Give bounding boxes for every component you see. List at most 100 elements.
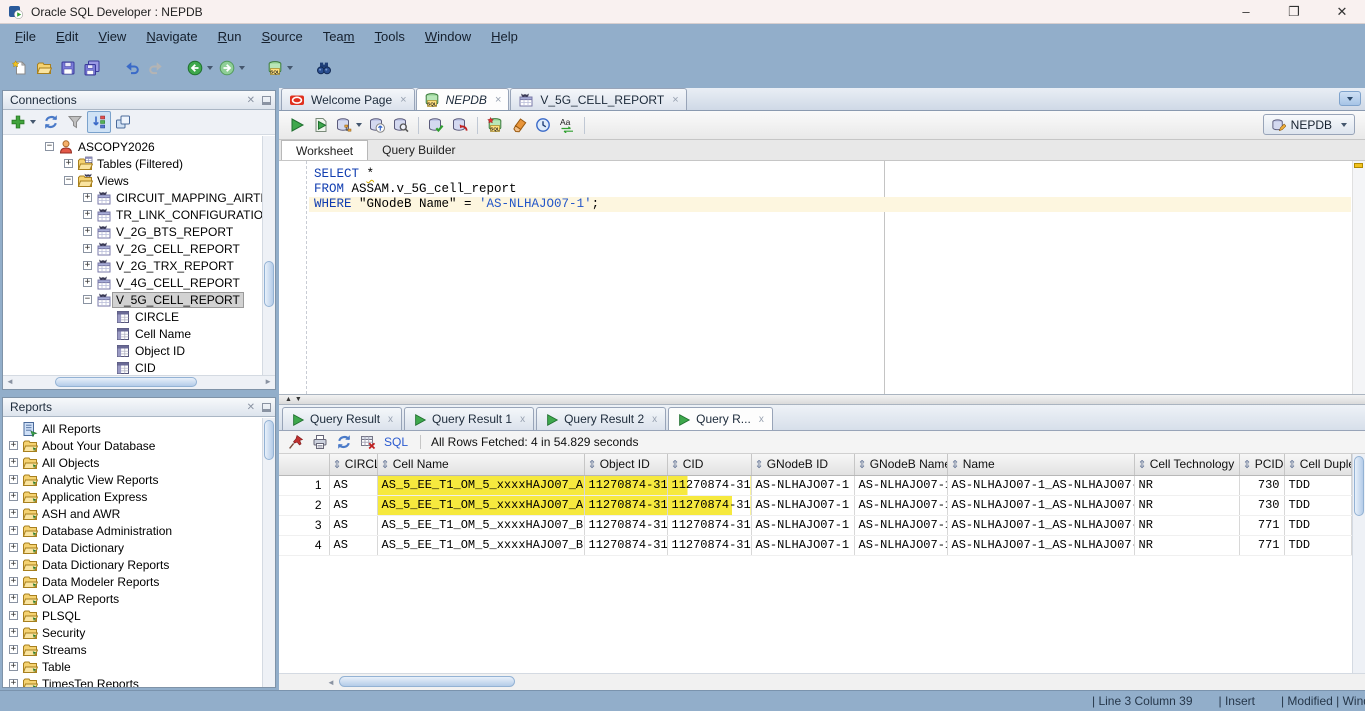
- reports-item-olap-reports[interactable]: +OLAP Reports: [3, 590, 275, 607]
- column-header-gnodeb-name[interactable]: ⇕GNodeB Name: [854, 454, 947, 475]
- connections-item-v-5g-cell-report[interactable]: −V_5G_CELL_REPORT: [3, 291, 275, 308]
- connections-hscrollbar-thumb[interactable]: [55, 377, 197, 387]
- sort-icon[interactable]: ⇕: [333, 458, 342, 471]
- sql-worksheet-button[interactable]: SQL: [264, 55, 296, 81]
- reports-item-all-reports[interactable]: All Reports: [3, 420, 275, 437]
- sort-icon[interactable]: ⇕: [671, 458, 680, 471]
- grid-cell[interactable]: 730: [1239, 475, 1284, 495]
- sort-icon[interactable]: ⇕: [951, 458, 960, 471]
- column-header-cid[interactable]: ⇕CID: [667, 454, 751, 475]
- reports-item-data-dictionary[interactable]: +Data Dictionary: [3, 539, 275, 556]
- reports-item-database-administration[interactable]: +Database Administration: [3, 522, 275, 539]
- grid-vscrollbar[interactable]: [1352, 454, 1365, 673]
- scroll-right-icon[interactable]: ►: [264, 377, 272, 386]
- reports-close-icon[interactable]: ✕: [247, 402, 255, 413]
- column-header-name[interactable]: ⇕Name: [947, 454, 1134, 475]
- expand-toggle-icon[interactable]: +: [9, 526, 18, 535]
- grid-cell[interactable]: AS-NLHAJO07-1: [854, 535, 947, 555]
- dropdown-arrow-icon[interactable]: [287, 66, 293, 70]
- grid-cell[interactable]: AS-NLHAJO07-1: [854, 515, 947, 535]
- redo-button[interactable]: [144, 55, 168, 81]
- subtab-worksheet[interactable]: Worksheet: [281, 140, 368, 160]
- grid-cell[interactable]: NR: [1134, 475, 1239, 495]
- expand-toggle-icon[interactable]: +: [83, 261, 92, 270]
- reports-minimize-icon[interactable]: [262, 403, 271, 412]
- close-tab-icon[interactable]: ×: [672, 94, 678, 106]
- column-header-cell-duplex[interactable]: ⇕Cell Duplex: [1284, 454, 1351, 475]
- grid-cell[interactable]: 730: [1239, 495, 1284, 515]
- reports-item-data-dictionary-reports[interactable]: +Data Dictionary Reports: [3, 556, 275, 573]
- menu-file[interactable]: File: [6, 27, 45, 46]
- connection-selector[interactable]: NEPDB: [1263, 114, 1355, 135]
- editor-overview-ruler[interactable]: [1352, 161, 1365, 394]
- grid-cell[interactable]: AS-NLHAJO07-1: [854, 475, 947, 495]
- expand-toggle-icon[interactable]: +: [9, 662, 18, 671]
- explain-plan-button[interactable]: [365, 113, 389, 137]
- sort-icon[interactable]: ⇕: [1243, 458, 1252, 471]
- history-button[interactable]: [531, 113, 555, 137]
- grid-cell[interactable]: NR: [1134, 515, 1239, 535]
- connections-item-v-4g-cell-report[interactable]: +V_4G_CELL_REPORT: [3, 274, 275, 291]
- connections-hscrollbar[interactable]: ◄ ►: [3, 375, 275, 389]
- grid-cell[interactable]: 771: [1239, 515, 1284, 535]
- column-header-object-id[interactable]: ⇕Object ID: [584, 454, 667, 475]
- connections-item-circuit-mapping-airtel[interactable]: +CIRCUIT_MAPPING_AIRTEL_: [3, 189, 275, 206]
- expand-toggle-icon[interactable]: +: [9, 441, 18, 450]
- results-tab-query-result[interactable]: Query Resultx: [282, 407, 402, 430]
- column-header-circle[interactable]: ⇕CIRCLE: [329, 454, 377, 475]
- expand-toggle-icon[interactable]: +: [9, 577, 18, 586]
- connections-item-v-2g-cell-report[interactable]: +V_2G_CELL_REPORT: [3, 240, 275, 257]
- grid-cell[interactable]: AS_5_EE_T1_OM_5_xxxxHAJO07_B: [377, 515, 584, 535]
- menu-tools[interactable]: Tools: [366, 27, 414, 46]
- expand-toggle-icon[interactable]: +: [9, 543, 18, 552]
- collapse-windows-button[interactable]: [111, 111, 135, 133]
- connections-item-views[interactable]: −Views: [3, 172, 275, 189]
- subtab-query-builder[interactable]: Query Builder: [368, 140, 469, 160]
- dropdown-arrow-icon[interactable]: [239, 66, 245, 70]
- tab-overflow-button[interactable]: [1339, 91, 1361, 106]
- grid-cell[interactable]: AS-NLHAJO07-1: [751, 535, 854, 555]
- grid-cell[interactable]: AS-NLHAJO07-1: [751, 495, 854, 515]
- row-number[interactable]: 4: [279, 535, 329, 555]
- sort-icon[interactable]: ⇕: [588, 458, 597, 471]
- pin-button[interactable]: [284, 432, 308, 452]
- restore-button[interactable]: ❐: [1287, 4, 1301, 20]
- clear-button[interactable]: [507, 113, 531, 137]
- expand-toggle-icon[interactable]: +: [9, 594, 18, 603]
- scroll-left-icon[interactable]: ◄: [327, 678, 335, 687]
- forward-button[interactable]: [216, 55, 248, 81]
- results-tab-query-result-1[interactable]: Query Result 1x: [404, 407, 534, 430]
- column-header-cell-name[interactable]: ⇕Cell Name: [377, 454, 584, 475]
- grid-cell[interactable]: AS: [329, 475, 377, 495]
- reports-vscrollbar-thumb[interactable]: [264, 420, 274, 460]
- grid-cell[interactable]: 11270874-312: [667, 515, 751, 535]
- refresh-button[interactable]: [332, 432, 356, 452]
- close-tab-icon[interactable]: ×: [495, 94, 501, 106]
- horizontal-splitter[interactable]: ▲▼: [279, 394, 1365, 405]
- expand-toggle-icon[interactable]: +: [83, 278, 92, 287]
- grid-cell[interactable]: AS: [329, 495, 377, 515]
- expand-toggle-icon[interactable]: +: [83, 210, 92, 219]
- new-file-button[interactable]: [8, 55, 32, 81]
- sort-icon[interactable]: ⇕: [381, 458, 390, 471]
- close-tab-icon[interactable]: x: [652, 414, 657, 425]
- sort-button[interactable]: [87, 111, 111, 133]
- close-tab-icon[interactable]: x: [520, 414, 525, 425]
- grid-cell[interactable]: AS_5_EE_T1_OM_5_xxxxHAJO07_A: [377, 475, 584, 495]
- sort-icon[interactable]: ⇕: [858, 458, 867, 471]
- reports-vscrollbar[interactable]: [262, 418, 275, 687]
- grid-cell[interactable]: AS-NLHAJO07-1: [854, 495, 947, 515]
- grid-cell[interactable]: AS: [329, 515, 377, 535]
- connections-item-cell-name[interactable]: Cell Name: [3, 325, 275, 342]
- expand-toggle-icon[interactable]: +: [9, 611, 18, 620]
- expand-toggle-icon[interactable]: +: [9, 458, 18, 467]
- reports-item-all-objects[interactable]: +All Objects: [3, 454, 275, 471]
- expand-toggle-icon[interactable]: +: [64, 159, 73, 168]
- menu-source[interactable]: Source: [253, 27, 312, 46]
- find-button[interactable]: [312, 55, 336, 81]
- refresh-button[interactable]: [39, 111, 63, 133]
- reports-item-plsql[interactable]: +PLSQL: [3, 607, 275, 624]
- grid-cell[interactable]: 11270874-311: [584, 495, 667, 515]
- grid-cell[interactable]: 11270874-311: [584, 475, 667, 495]
- editor-tab-v-5g-cell-report[interactable]: V_5G_CELL_REPORT×: [510, 88, 686, 110]
